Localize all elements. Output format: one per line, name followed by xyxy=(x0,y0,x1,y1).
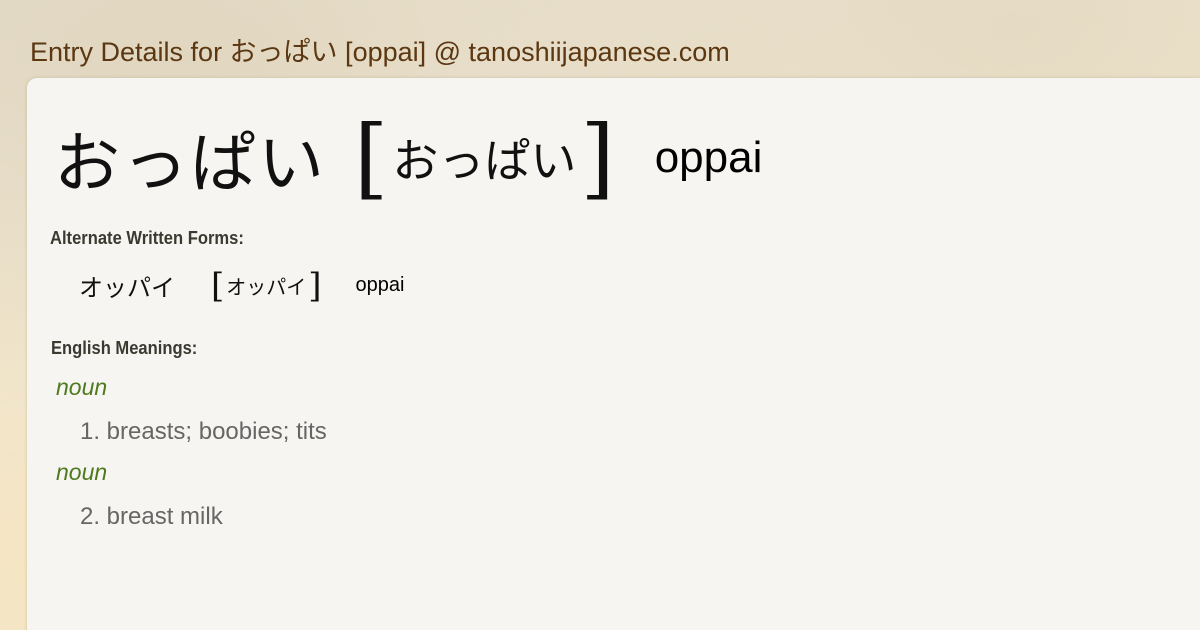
alternate-reading: オッパイ xyxy=(226,275,307,299)
meaning-item: 2. breast milk xyxy=(80,503,223,530)
meaning-item: 1. breasts; boobies; tits xyxy=(80,418,327,445)
alternate-romaji: oppai xyxy=(355,274,405,296)
page-title: Entry Details for おっぱい [oppai] @ tanoshi… xyxy=(30,37,730,67)
part-of-speech: noun xyxy=(56,374,108,400)
alternate-bracket-open: [ xyxy=(211,265,225,306)
english-meanings-label: English Meanings: xyxy=(51,338,198,358)
headword-row: おっぱい [ おっぱい ] oppai xyxy=(54,110,762,206)
part-of-speech: noun xyxy=(56,459,108,485)
headword-reading: おっぱい xyxy=(392,134,577,188)
reading-bracket-close: ] xyxy=(580,106,615,209)
alternate-form-item: オッパイ [ オッパイ ] oppai xyxy=(79,268,404,303)
entry-card: おっぱい [ おっぱい ] oppai Alternate Written Fo… xyxy=(27,78,1200,630)
headword: おっぱい xyxy=(54,125,326,202)
alternate-form: オッパイ xyxy=(79,274,175,302)
alternate-forms-label: Alternate Written Forms: xyxy=(50,228,244,248)
alternate-bracket-close: ] xyxy=(308,265,322,306)
reading-bracket-open: [ xyxy=(354,106,389,209)
headword-romaji: oppai xyxy=(654,133,763,182)
